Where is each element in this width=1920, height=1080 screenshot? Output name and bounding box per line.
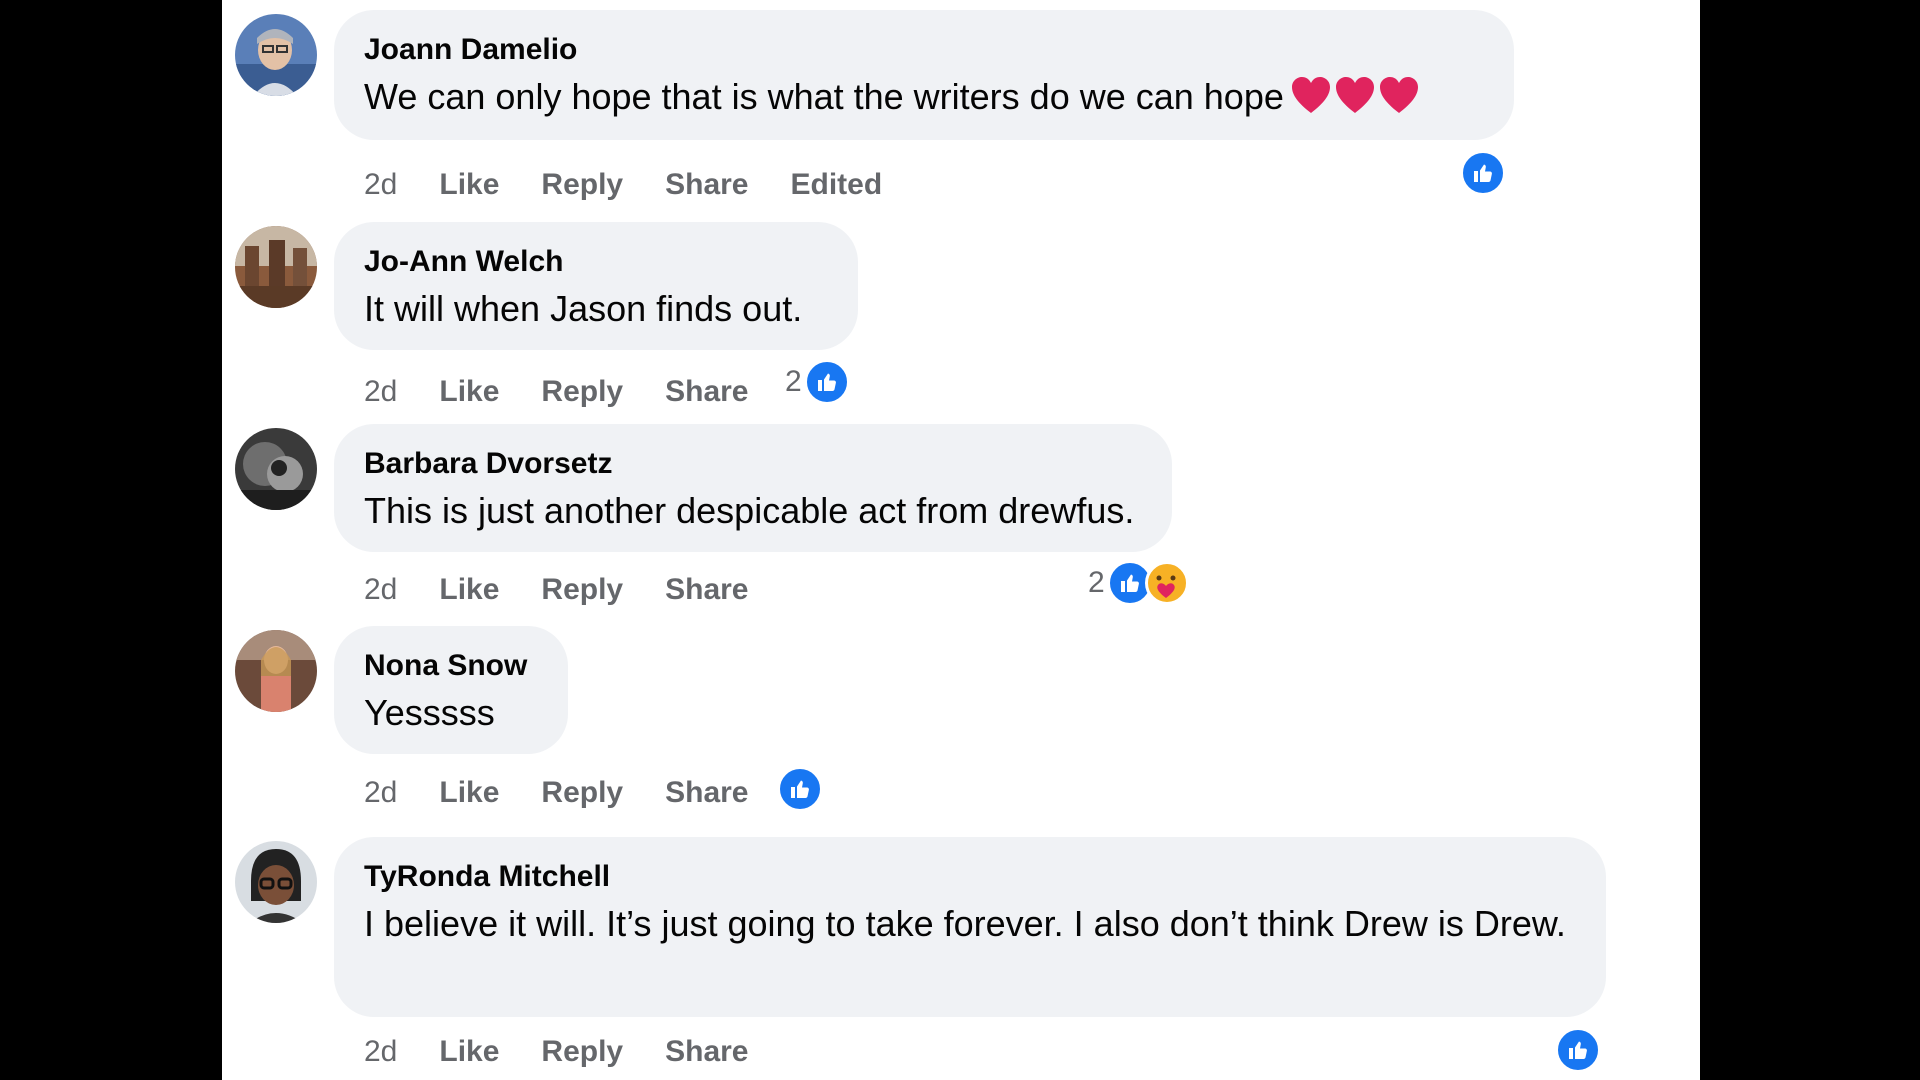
comment-timestamp[interactable]: 2d [364, 375, 397, 409]
thumbs-up-icon [1555, 1027, 1601, 1073]
reaction-summary[interactable] [1555, 1027, 1601, 1073]
share-button[interactable]: Share [665, 375, 748, 409]
comment-author[interactable]: Joann Damelio [364, 32, 1484, 68]
reaction-summary[interactable] [777, 766, 823, 812]
comment-author[interactable]: TyRonda Mitchell [364, 859, 1576, 895]
comment-bubble: Nona Snow Yesssss [334, 626, 568, 754]
reply-button[interactable]: Reply [541, 168, 623, 202]
reaction-summary[interactable] [1460, 150, 1506, 196]
comment-text: Yesssss [364, 692, 495, 733]
reaction-count: 2 [1088, 566, 1105, 599]
avatar[interactable] [235, 428, 317, 510]
heart-icon [1291, 77, 1330, 113]
comment-actions: 2d Like Reply Share Edited [364, 160, 924, 210]
reaction-summary[interactable]: 2 [785, 359, 850, 405]
comment-author[interactable]: Nona Snow [364, 648, 538, 684]
reply-button[interactable]: Reply [541, 1035, 623, 1069]
edited-label[interactable]: Edited [791, 168, 883, 202]
comment-text: It will when Jason finds out. [364, 288, 803, 329]
comment-text: We can only hope that is what the writer… [364, 72, 1484, 122]
reply-button[interactable]: Reply [541, 776, 623, 810]
reaction-summary[interactable]: 2 [1088, 560, 1189, 606]
comment-bubble: Joann Damelio We can only hope that is w… [334, 10, 1514, 140]
like-button[interactable]: Like [439, 168, 499, 202]
care-reaction-icon [1144, 561, 1189, 605]
reply-button[interactable]: Reply [541, 573, 623, 607]
avatar[interactable] [235, 630, 317, 712]
thumbs-up-icon [777, 766, 823, 812]
comment-bubble: Jo-Ann Welch It will when Jason finds ou… [334, 222, 858, 350]
comment-actions: 2d Like Reply Share [364, 367, 791, 417]
comment-author[interactable]: Jo-Ann Welch [364, 244, 828, 280]
like-button[interactable]: Like [439, 1035, 499, 1069]
reply-button[interactable]: Reply [541, 375, 623, 409]
share-button[interactable]: Share [665, 573, 748, 607]
avatar[interactable] [235, 226, 317, 308]
comment-text: I believe it will. It’s just going to ta… [364, 903, 1566, 944]
comment-bubble: TyRonda Mitchell I believe it will. It’s… [334, 837, 1606, 1017]
share-button[interactable]: Share [665, 1035, 748, 1069]
comment-timestamp[interactable]: 2d [364, 168, 397, 202]
heart-icon [1379, 77, 1418, 113]
comment-timestamp[interactable]: 2d [364, 573, 397, 607]
comment-author[interactable]: Barbara Dvorsetz [364, 446, 1142, 482]
share-button[interactable]: Share [665, 776, 748, 810]
like-button[interactable]: Like [439, 776, 499, 810]
comment-actions: 2d Like Reply Share [364, 565, 791, 615]
comment-text: This is just another despicable act from… [364, 490, 1135, 531]
share-button[interactable]: Share [665, 168, 748, 202]
heart-emoji-group [1288, 72, 1420, 122]
reaction-count: 2 [785, 365, 802, 398]
comment-actions: 2d Like Reply Share [364, 1027, 791, 1077]
comment-bubble: Barbara Dvorsetz This is just another de… [334, 424, 1172, 552]
avatar[interactable] [235, 14, 317, 96]
heart-icon [1335, 77, 1374, 113]
comment-text-body: We can only hope that is what the writer… [364, 76, 1284, 117]
thumbs-up-icon [803, 359, 850, 405]
comment-timestamp[interactable]: 2d [364, 776, 397, 810]
thumbs-up-icon [1460, 150, 1506, 196]
avatar[interactable] [235, 841, 317, 923]
like-button[interactable]: Like [439, 375, 499, 409]
comment-timestamp[interactable]: 2d [364, 1035, 397, 1069]
like-button[interactable]: Like [439, 573, 499, 607]
comment-actions: 2d Like Reply Share [364, 768, 791, 818]
comments-panel: Joann Damelio We can only hope that is w… [222, 0, 1700, 1080]
